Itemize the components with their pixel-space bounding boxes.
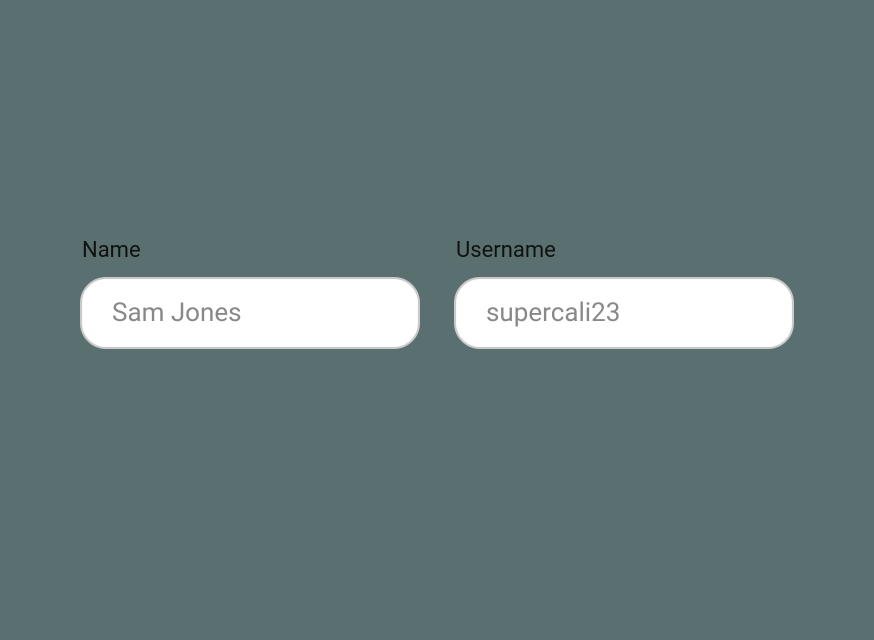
name-field-group: Name: [80, 238, 420, 349]
username-input[interactable]: [454, 277, 794, 349]
form-row: Name Username: [80, 238, 794, 349]
username-label: Username: [454, 238, 794, 263]
name-label: Name: [80, 238, 420, 263]
username-field-group: Username: [454, 238, 794, 349]
name-input[interactable]: [80, 277, 420, 349]
